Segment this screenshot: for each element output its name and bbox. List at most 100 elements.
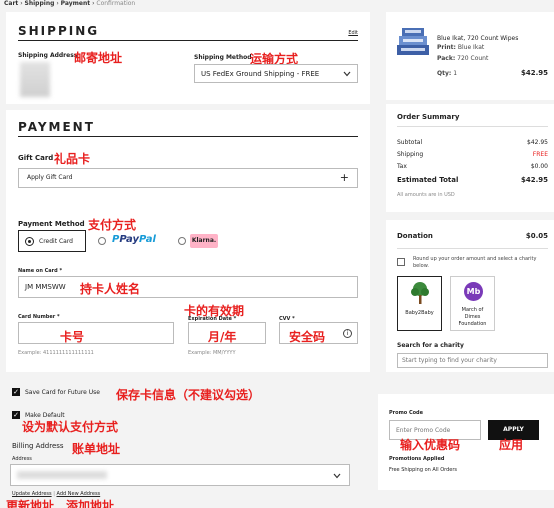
charity-march-of-dimes[interactable]: Mb March of Dimes Foundation xyxy=(450,276,495,331)
summary-shipping-label: Shipping xyxy=(397,151,424,158)
breadcrumb-separator: › xyxy=(92,0,95,7)
charity-march-of-dimes-label: March of Dimes Foundation xyxy=(458,307,487,327)
billing-address-select[interactable] xyxy=(10,464,350,486)
currency-note: All amounts are in USD xyxy=(397,192,455,198)
cvv-note: 安全码 xyxy=(289,330,326,344)
product-qty-value: 1 xyxy=(453,70,458,77)
summary-tax-value: $0.00 xyxy=(530,163,548,170)
radio-dot xyxy=(28,240,31,243)
shipping-divider xyxy=(18,40,358,41)
product-print-value: Blue Ikat xyxy=(457,44,485,51)
promo-code-label: Promo Code xyxy=(389,410,424,416)
donation-divider xyxy=(397,248,548,249)
shipping-method-label: Shipping Method xyxy=(194,54,252,61)
product-print: Print: Blue Ikat xyxy=(437,44,484,51)
charity-search-label: Search for a charity xyxy=(397,342,464,349)
klarna-radio[interactable] xyxy=(178,237,186,245)
promo-section: Promo Code APPLY 输入优惠码 应用 Promotions App… xyxy=(378,394,554,490)
klarna-option[interactable]: Klarna. xyxy=(176,232,236,250)
info-icon[interactable]: i xyxy=(343,329,352,338)
shipping-address-note: 邮寄地址 xyxy=(74,51,123,65)
product-qty: Qty: 1 xyxy=(437,70,457,77)
expiration-date-example: Example: MM/YYYY xyxy=(188,350,236,356)
apply-note: 应用 xyxy=(499,438,524,452)
breadcrumb-separator: › xyxy=(20,0,23,7)
name-on-card-label: Name on Card * xyxy=(18,268,63,274)
march-of-dimes-logo: Mb xyxy=(464,282,483,301)
billing-address-sublabel: Address xyxy=(12,456,32,462)
paypal-pay-text: Pay xyxy=(119,234,139,245)
promo-input-note: 输入优惠码 xyxy=(400,438,461,452)
summary-subtotal-label: Subtotal xyxy=(397,139,423,146)
shipping-title: SHIPPING xyxy=(18,24,100,38)
summary-total-label: Estimated Total xyxy=(397,176,459,184)
charity-search-input[interactable] xyxy=(397,353,548,368)
name-on-card-note: 持卡人姓名 xyxy=(80,282,141,296)
promotions-applied-label: Promotions Applied xyxy=(389,456,445,462)
breadcrumb-shipping[interactable]: Shipping xyxy=(25,0,55,7)
tree-icon xyxy=(411,282,429,304)
paypal-option[interactable]: PPayPal xyxy=(96,232,166,250)
billing-address-note: 账单地址 xyxy=(72,442,121,456)
shipping-method-select[interactable]: US FedEx Ground Shipping - FREE xyxy=(194,64,358,83)
summary-row-total: Estimated Total $42.95 xyxy=(397,176,548,184)
gift-card-label: Gift Card xyxy=(18,154,54,162)
product-name: Blue Ikat, 720 Count Wipes xyxy=(437,35,519,42)
expiration-field-note: 月/年 xyxy=(208,330,237,344)
order-summary: Order Summary Subtotal $42.95 Shipping F… xyxy=(386,104,554,212)
roundup-checkbox[interactable] xyxy=(397,258,405,266)
product-pack-label: Pack: xyxy=(437,55,456,62)
breadcrumb: Cart › Shipping › Payment › Confirmation xyxy=(4,0,135,7)
donation-title: Donation xyxy=(397,232,433,240)
product-pack: Pack: 720 Count xyxy=(437,55,488,62)
make-default-checkbox[interactable]: ✓ xyxy=(12,411,20,419)
credit-card-option[interactable]: Credit Card xyxy=(18,230,86,252)
breadcrumb-confirmation: Confirmation xyxy=(96,0,136,7)
payment-section: PAYMENT Gift Card 礼品卡 Apply Gift Card + … xyxy=(6,110,370,372)
summary-divider xyxy=(397,126,548,127)
name-on-card-input[interactable]: JM MMSWW xyxy=(18,276,358,298)
summary-row-tax: Tax $0.00 xyxy=(397,163,548,170)
product-pack-value: 720 Count xyxy=(457,55,489,62)
apply-gift-card-button[interactable]: Apply Gift Card + xyxy=(18,168,358,188)
credit-card-radio[interactable] xyxy=(25,237,34,246)
payment-title: PAYMENT xyxy=(18,120,95,134)
chevron-down-icon xyxy=(343,71,351,77)
breadcrumb-separator: › xyxy=(56,0,59,7)
save-card-note: 保存卡信息（不建议勾选） xyxy=(116,388,261,402)
billing-address-redacted xyxy=(17,471,107,479)
donation-amount: $0.05 xyxy=(525,232,548,240)
summary-row-subtotal: Subtotal $42.95 xyxy=(397,139,548,146)
payment-method-label: Payment Method xyxy=(18,220,85,228)
payment-divider xyxy=(18,136,358,137)
product-print-label: Print: xyxy=(437,44,456,51)
plus-icon: + xyxy=(339,171,349,184)
summary-subtotal-value: $42.95 xyxy=(527,139,548,146)
billing-address-label: Billing Address xyxy=(12,442,64,450)
card-number-input[interactable] xyxy=(18,322,174,344)
paypal-radio[interactable] xyxy=(98,237,106,245)
paypal-logo: PPayPal xyxy=(112,234,156,245)
product-qty-label: Qty: xyxy=(437,70,452,77)
summary-row-shipping: Shipping FREE xyxy=(397,151,548,158)
klarna-logo: Klarna. xyxy=(190,234,218,248)
make-default-note: 设为默认支付方式 xyxy=(22,420,119,434)
save-card-checkbox[interactable]: ✓ xyxy=(12,388,20,396)
promotions-applied-value: Free Shipping on All Orders xyxy=(389,467,458,473)
shipping-section: SHIPPING Edit Shipping Address 邮寄地址 Ship… xyxy=(6,12,370,104)
credit-card-label: Credit Card xyxy=(39,238,73,245)
card-number-example: Example: 4111111111111111 xyxy=(18,350,94,356)
donation-section: Donation $0.05 Round up your order amoun… xyxy=(386,220,554,372)
shipping-edit-link[interactable]: Edit xyxy=(348,30,358,36)
update-address-note: 更新地址 xyxy=(6,499,55,508)
breadcrumb-cart[interactable]: Cart xyxy=(4,0,18,7)
summary-shipping-value: FREE xyxy=(532,151,548,158)
shipping-address-label: Shipping Address xyxy=(18,52,78,59)
charity-baby2baby[interactable]: Baby2Baby xyxy=(397,276,442,331)
product-price: $42.95 xyxy=(520,69,548,77)
order-summary-title: Order Summary xyxy=(397,113,460,121)
breadcrumb-payment: Payment xyxy=(60,0,91,7)
card-number-note: 卡号 xyxy=(60,330,85,344)
charity-baby2baby-label: Baby2Baby xyxy=(405,310,434,316)
shipping-address-redacted xyxy=(20,62,50,97)
